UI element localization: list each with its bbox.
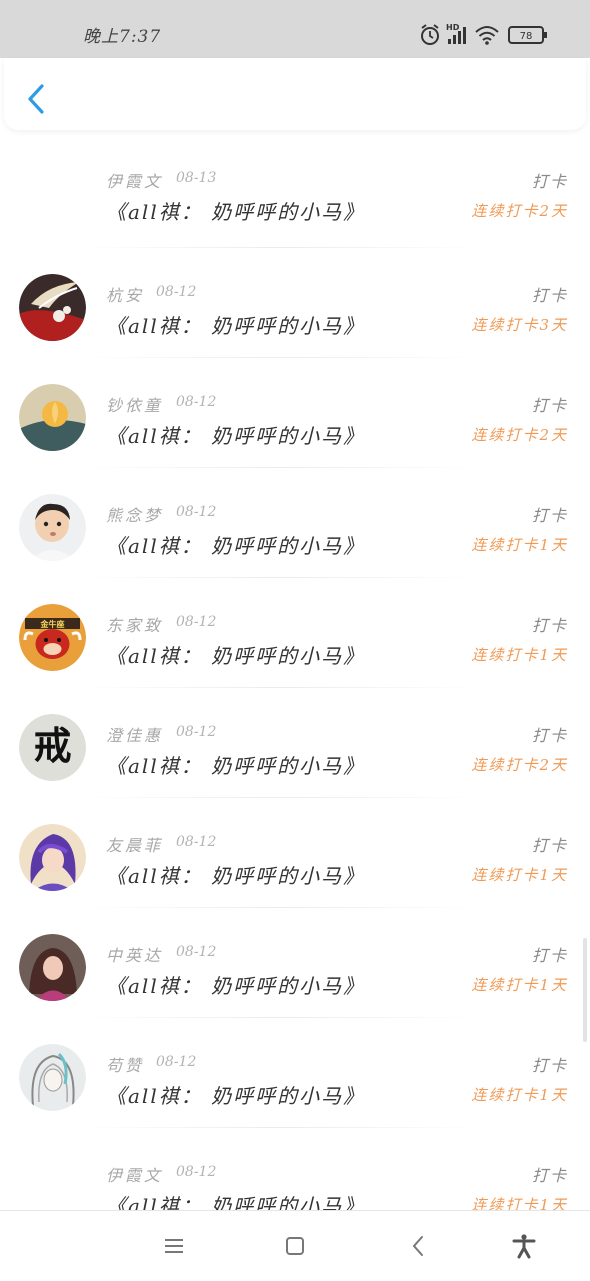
battery-level: 78 <box>520 31 533 42</box>
checkin-date: 08-12 <box>176 614 217 630</box>
streak-label: 连续打卡1天 <box>471 866 568 884</box>
avatar-badge-text: 金牛座 <box>40 619 65 629</box>
book-title[interactable]: 《all祺： 奶呼呼的小马》 <box>106 420 365 449</box>
streak-label: 连续打卡2天 <box>471 426 568 444</box>
book-title[interactable]: 《all祺： 奶呼呼的小马》 <box>106 640 365 669</box>
user-avatar[interactable]: 金牛座 <box>19 604 86 671</box>
list-item[interactable]: 伊霞文 08-13 《all祺： 奶呼呼的小马》 打卡 连续打卡2天 <box>0 132 590 248</box>
streak-label: 连续打卡2天 <box>471 756 568 774</box>
checkin-label: 打卡 <box>531 1166 568 1185</box>
streak-label: 连续打卡1天 <box>471 976 568 994</box>
user-name: 钞依童 <box>106 396 164 415</box>
streak-label: 连续打卡1天 <box>471 1086 568 1104</box>
checkin-date: 08-12 <box>156 1054 197 1070</box>
menu-icon <box>165 1239 183 1253</box>
list-item[interactable]: 钞依童 08-12 《all祺： 奶呼呼的小马》 打卡 连续打卡2天 <box>0 358 590 468</box>
book-title[interactable]: 《all祺： 奶呼呼的小马》 <box>106 310 365 339</box>
user-avatar[interactable]: 戒 <box>19 714 86 781</box>
streak-label: 连续打卡1天 <box>471 646 568 664</box>
user-avatar[interactable] <box>19 274 86 341</box>
checkin-label: 打卡 <box>531 726 568 745</box>
checkin-label: 打卡 <box>531 396 568 415</box>
checkin-label: 打卡 <box>531 506 568 525</box>
back-button[interactable] <box>24 82 50 116</box>
home-button[interactable] <box>282 1233 308 1259</box>
user-name: 东家致 <box>106 616 164 635</box>
wifi-icon <box>475 26 499 45</box>
checkin-date: 08-12 <box>176 944 217 960</box>
user-name: 伊霞文 <box>106 172 164 191</box>
checkin-date: 08-12 <box>176 504 217 520</box>
menu-button[interactable] <box>161 1233 187 1259</box>
streak-label: 连续打卡1天 <box>471 1196 568 1210</box>
home-square-icon <box>286 1237 304 1255</box>
list-item[interactable]: 伊霞文 08-12 《all祺： 奶呼呼的小马》 打卡 连续打卡1天 <box>0 1128 590 1210</box>
system-navbar <box>0 1210 590 1281</box>
scrollbar[interactable] <box>583 938 587 1042</box>
checkin-label: 打卡 <box>531 616 568 635</box>
status-icons: HD 78 <box>421 23 547 45</box>
list-item[interactable]: 戒 澄佳惠 08-12 《all祺： 奶呼呼的小马》 打卡 连续打卡2天 <box>0 688 590 798</box>
network-label: HD <box>446 23 460 32</box>
checkin-date: 08-12 <box>156 284 197 300</box>
accessibility-icon <box>512 1234 536 1259</box>
list-item[interactable]: 金牛座 东家致 08-12 《all祺： 奶呼呼的小马》 打卡 连续打卡1天 <box>0 578 590 688</box>
alarm-icon <box>421 24 439 45</box>
checkin-date: 08-12 <box>176 834 217 850</box>
status-time: 晚上7:37 <box>83 27 162 47</box>
accessibility-button[interactable] <box>511 1233 537 1259</box>
checkin-date: 08-12 <box>176 1164 217 1180</box>
checkin-date: 08-12 <box>176 724 217 740</box>
user-avatar[interactable] <box>19 934 86 1001</box>
list-item[interactable]: 友晨菲 08-12 《all祺： 奶呼呼的小马》 打卡 连续打卡1天 <box>0 798 590 908</box>
user-name: 友晨菲 <box>106 836 164 855</box>
user-avatar[interactable] <box>19 494 86 561</box>
checkin-label: 打卡 <box>531 286 568 305</box>
book-title[interactable]: 《all祺： 奶呼呼的小马》 <box>106 196 365 225</box>
book-title[interactable]: 《all祺： 奶呼呼的小马》 <box>106 750 365 779</box>
nav-back-button[interactable] <box>406 1233 432 1259</box>
book-title[interactable]: 《all祺： 奶呼呼的小马》 <box>106 970 365 999</box>
streak-label: 连续打卡1天 <box>471 536 568 554</box>
list-item[interactable]: 中英达 08-12 《all祺： 奶呼呼的小马》 打卡 连续打卡1天 <box>0 908 590 1018</box>
user-avatar[interactable] <box>19 1044 86 1111</box>
chevron-left-icon <box>28 84 44 114</box>
signal-icon: HD <box>446 23 466 44</box>
checkin-date: 08-12 <box>176 394 217 410</box>
user-avatar[interactable] <box>19 824 86 891</box>
checkin-label: 打卡 <box>531 1056 568 1075</box>
battery-icon: 78 <box>508 26 547 44</box>
checkin-list[interactable]: 伊霞文 08-13 《all祺： 奶呼呼的小马》 打卡 连续打卡2天 杭安 08… <box>0 132 590 1210</box>
app-header <box>4 58 586 130</box>
user-name: 苟赞 <box>106 1056 145 1075</box>
book-title[interactable]: 《all祺： 奶呼呼的小马》 <box>106 860 365 889</box>
list-item[interactable]: 苟赞 08-12 《all祺： 奶呼呼的小马》 打卡 连续打卡1天 <box>0 1018 590 1128</box>
list-item[interactable]: 熊念梦 08-12 《all祺： 奶呼呼的小马》 打卡 连续打卡1天 <box>0 468 590 578</box>
user-name: 中英达 <box>106 946 164 965</box>
book-title[interactable]: 《all祺： 奶呼呼的小马》 <box>106 530 365 559</box>
back-icon <box>412 1236 423 1256</box>
user-avatar[interactable] <box>19 384 86 451</box>
streak-label: 连续打卡3天 <box>471 316 568 334</box>
user-name: 澄佳惠 <box>106 726 164 745</box>
user-name: 熊念梦 <box>106 506 164 525</box>
checkin-label: 打卡 <box>531 946 568 965</box>
status-bar: 晚上7:37 HD 78 <box>0 0 590 58</box>
checkin-date: 08-13 <box>176 170 217 186</box>
streak-label: 连续打卡2天 <box>471 202 568 220</box>
book-title[interactable]: 《all祺： 奶呼呼的小马》 <box>106 1080 365 1109</box>
list-item[interactable]: 杭安 08-12 《all祺： 奶呼呼的小马》 打卡 连续打卡3天 <box>0 248 590 358</box>
book-title[interactable]: 《all祺： 奶呼呼的小马》 <box>106 1190 365 1210</box>
avatar-calligraphy: 戒 <box>33 723 71 768</box>
user-name: 伊霞文 <box>106 1166 164 1185</box>
user-name: 杭安 <box>106 286 145 305</box>
checkin-label: 打卡 <box>531 172 568 191</box>
checkin-label: 打卡 <box>531 836 568 855</box>
